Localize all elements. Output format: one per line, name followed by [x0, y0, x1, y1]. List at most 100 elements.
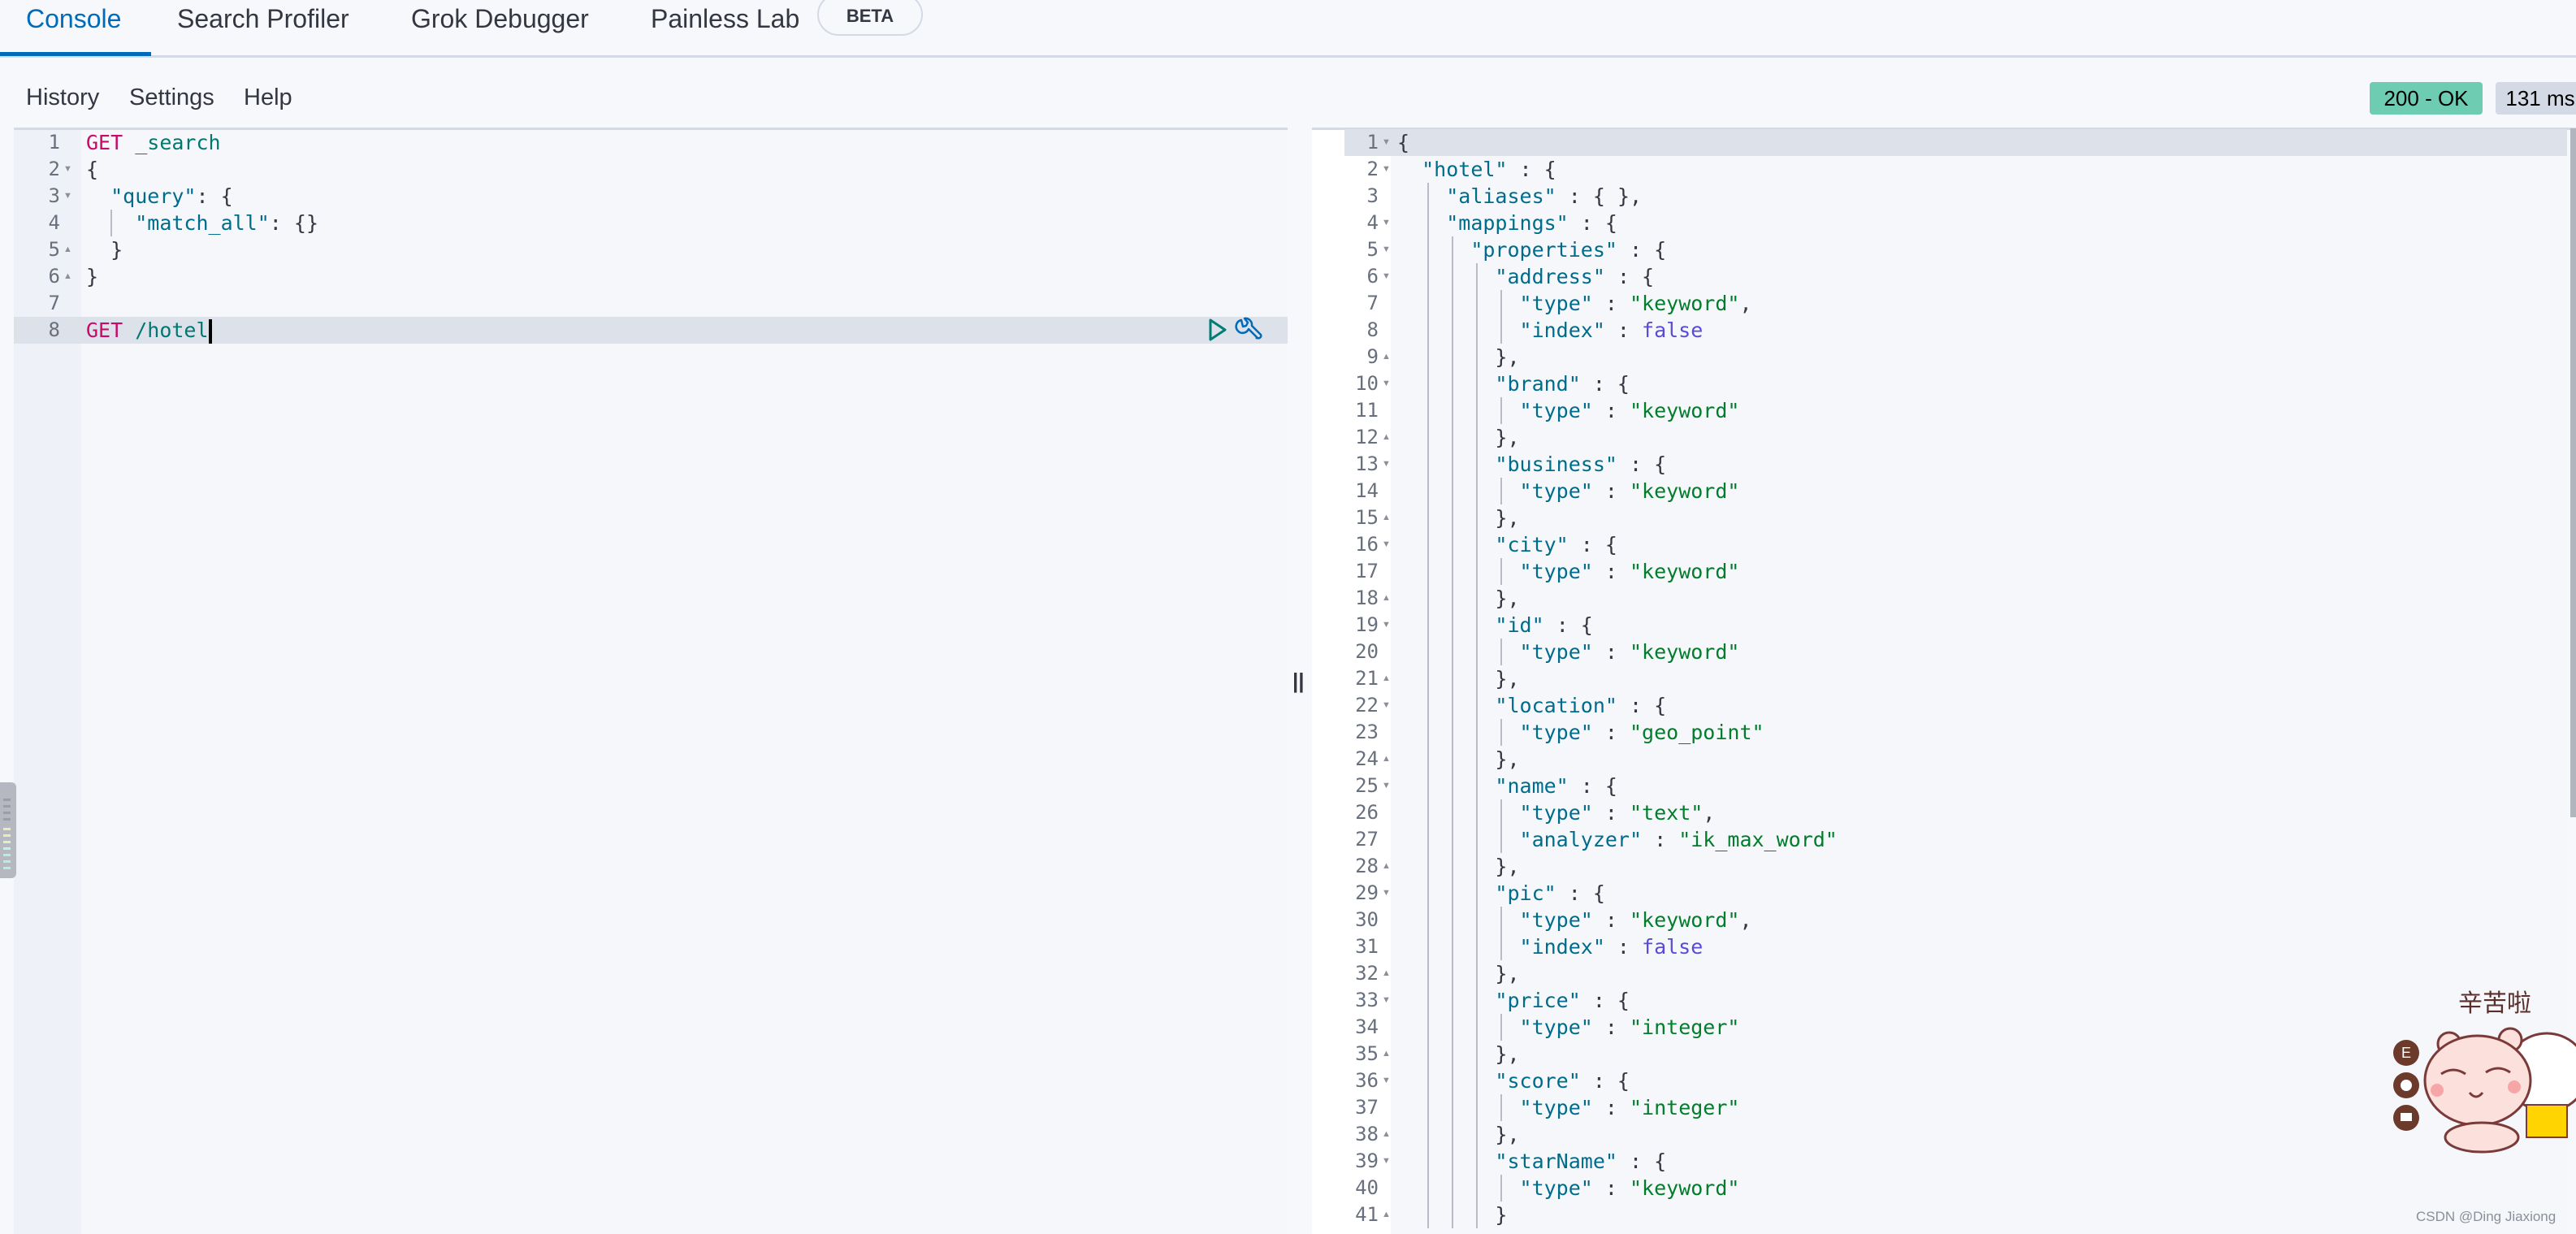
fold-collapse-icon[interactable]: ▼	[1382, 263, 1391, 290]
code-token: "id"	[1495, 613, 1544, 637]
code-line[interactable]: "match_all": {}	[86, 210, 318, 236]
fold-expand-icon[interactable]: ▲	[63, 236, 72, 263]
fold-expand-icon[interactable]: ▲	[1382, 585, 1391, 612]
code-token: : {	[1568, 533, 1617, 556]
code-line[interactable]: "properties" : {	[1397, 236, 1666, 263]
fold-collapse-icon[interactable]: ▼	[1382, 236, 1391, 263]
fold-expand-icon[interactable]: ▲	[1382, 1202, 1391, 1228]
fold-expand-icon[interactable]: ▲	[1382, 853, 1391, 880]
fold-collapse-icon[interactable]: ▼	[1382, 129, 1391, 156]
fold-collapse-icon[interactable]: ▼	[1382, 210, 1391, 236]
code-token: false	[1642, 935, 1704, 959]
code-line[interactable]: "price" : {	[1397, 987, 1630, 1014]
code-line[interactable]: "address" : {	[1397, 263, 1654, 290]
code-line[interactable]: "index" : false	[1397, 317, 1704, 344]
code-line[interactable]: "type" : "keyword"	[1397, 478, 1740, 504]
wrench-icon	[1235, 317, 1262, 340]
code-line[interactable]: {	[1397, 129, 1409, 156]
code-line[interactable]: },	[1397, 585, 1519, 612]
fold-expand-icon[interactable]: ▲	[63, 263, 72, 290]
fold-collapse-icon[interactable]: ▼	[1382, 451, 1391, 478]
fold-expand-icon[interactable]: ▲	[1382, 1041, 1391, 1067]
code-token: "keyword"	[1629, 1176, 1740, 1200]
fold-collapse-icon[interactable]: ▼	[1382, 370, 1391, 397]
code-line[interactable]: },	[1397, 1121, 1519, 1148]
fold-collapse-icon[interactable]: ▼	[1382, 156, 1391, 183]
line-number: 36	[1355, 1069, 1379, 1092]
fold-collapse-icon[interactable]: ▼	[1382, 692, 1391, 719]
history-button[interactable]: History	[26, 84, 99, 111]
code-line[interactable]: "type" : "keyword",	[1397, 290, 1752, 317]
code-line[interactable]: },	[1397, 1041, 1519, 1067]
code-line[interactable]: },	[1397, 344, 1519, 370]
tab-grok-debugger[interactable]: Grok Debugger	[411, 0, 589, 37]
code-line[interactable]: "type" : "keyword"	[1397, 639, 1740, 665]
fold-expand-icon[interactable]: ▲	[1382, 960, 1391, 987]
code-line[interactable]: GET _search	[86, 129, 221, 156]
code-line[interactable]: "score" : {	[1397, 1067, 1630, 1094]
code-line[interactable]: "type" : "keyword"	[1397, 1175, 1740, 1202]
code-line[interactable]: "location" : {	[1397, 692, 1666, 719]
code-token: : {	[1604, 265, 1655, 288]
code-line[interactable]: },	[1397, 746, 1519, 773]
request-settings-button[interactable]	[1235, 317, 1262, 349]
code-line[interactable]: "index" : false	[1397, 933, 1704, 960]
code-line[interactable]: }	[86, 263, 98, 290]
fold-collapse-icon[interactable]: ▼	[63, 183, 72, 210]
fold-expand-icon[interactable]: ▲	[1382, 344, 1391, 370]
code-line[interactable]: },	[1397, 504, 1519, 531]
code-line[interactable]: "name" : {	[1397, 773, 1617, 799]
code-line[interactable]: GET /hotel	[86, 317, 212, 344]
fold-collapse-icon[interactable]: ▼	[1382, 1067, 1391, 1094]
settings-button[interactable]: Settings	[129, 84, 214, 111]
code-token: "type"	[1519, 1176, 1593, 1200]
code-line[interactable]: {	[86, 156, 98, 183]
code-line[interactable]: "brand" : {	[1397, 370, 1630, 397]
fold-collapse-icon[interactable]: ▼	[1382, 773, 1391, 799]
fold-collapse-icon[interactable]: ▼	[1382, 880, 1391, 907]
code-line[interactable]: "aliases" : { },	[1397, 183, 1642, 210]
fold-collapse-icon[interactable]: ▼	[63, 156, 72, 183]
code-line[interactable]: "type" : "keyword"	[1397, 558, 1740, 585]
code-token: "integer"	[1629, 1096, 1740, 1119]
fold-expand-icon[interactable]: ▲	[1382, 665, 1391, 692]
tab-search-profiler[interactable]: Search Profiler	[177, 0, 349, 37]
fold-collapse-icon[interactable]: ▼	[1382, 531, 1391, 558]
code-line[interactable]: "starName" : {	[1397, 1148, 1666, 1175]
fold-expand-icon[interactable]: ▲	[1382, 424, 1391, 451]
fold-collapse-icon[interactable]: ▼	[1382, 612, 1391, 639]
tab-console[interactable]: Console	[26, 0, 121, 37]
code-token: "city"	[1495, 533, 1569, 556]
indent-guide	[1500, 639, 1502, 665]
code-line[interactable]: "type" : "integer"	[1397, 1094, 1740, 1121]
code-line[interactable]: "hotel" : {	[1397, 156, 1556, 183]
line-number: 1	[1366, 131, 1379, 154]
code-line[interactable]: "business" : {	[1397, 451, 1666, 478]
panel-resize-handle[interactable]: ||	[1292, 669, 1305, 694]
fold-expand-icon[interactable]: ▲	[1382, 1121, 1391, 1148]
side-panel-handle[interactable]	[0, 782, 16, 878]
line-number: 7	[1366, 292, 1379, 314]
code-line[interactable]: "query": {	[86, 183, 233, 210]
fold-collapse-icon[interactable]: ▼	[1382, 1148, 1391, 1175]
code-line[interactable]: },	[1397, 424, 1519, 451]
code-line[interactable]: "type" : "keyword",	[1397, 907, 1752, 933]
code-line[interactable]: "analyzer" : "ik_max_word"	[1397, 826, 1838, 853]
request-editor[interactable]	[14, 130, 1288, 1234]
code-line[interactable]: },	[1397, 960, 1519, 987]
help-button[interactable]: Help	[244, 84, 292, 111]
code-line[interactable]: },	[1397, 853, 1519, 880]
code-line[interactable]: }	[86, 236, 123, 263]
code-line[interactable]: "type" : "keyword"	[1397, 397, 1740, 424]
code-line[interactable]: "type" : "integer"	[1397, 1014, 1740, 1041]
response-scrollbar[interactable]	[2570, 128, 2576, 817]
tab-painless-lab[interactable]: Painless Lab	[651, 0, 799, 37]
code-line[interactable]: "type" : "text",	[1397, 799, 1716, 826]
code-line[interactable]: "mappings" : {	[1397, 210, 1617, 236]
code-line[interactable]: "city" : {	[1397, 531, 1617, 558]
code-line[interactable]: },	[1397, 665, 1519, 692]
fold-expand-icon[interactable]: ▲	[1382, 504, 1391, 531]
run-request-button[interactable]	[1208, 318, 1227, 345]
fold-expand-icon[interactable]: ▲	[1382, 746, 1391, 773]
fold-collapse-icon[interactable]: ▼	[1382, 987, 1391, 1014]
